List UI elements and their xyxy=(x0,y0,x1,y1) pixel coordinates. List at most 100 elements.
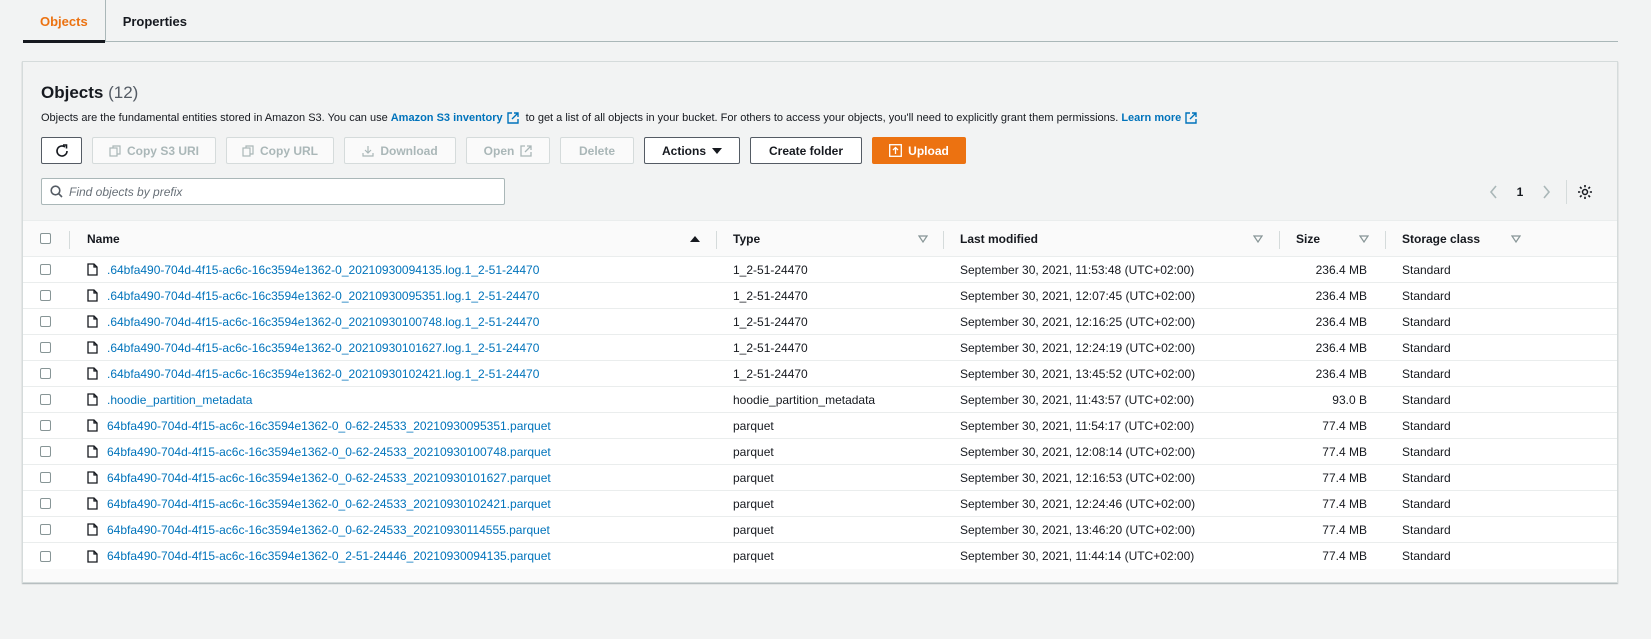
sort-icon[interactable] xyxy=(1359,235,1369,243)
tab-objects[interactable]: Objects xyxy=(23,0,105,43)
row-checkbox[interactable] xyxy=(40,550,51,562)
search-box xyxy=(41,178,505,205)
table-row[interactable]: 64bfa490-704d-4f15-ac6c-16c3594e1362-0_0… xyxy=(23,439,1617,465)
download-button[interactable]: Download xyxy=(344,137,456,164)
type-cell: parquet xyxy=(733,444,774,459)
table-row[interactable]: 64bfa490-704d-4f15-ac6c-16c3594e1362-0_0… xyxy=(23,465,1617,491)
search-input[interactable] xyxy=(69,184,504,199)
table-row[interactable]: .hoodie_partition_metadata hoodie_partit… xyxy=(23,387,1617,413)
name-cell: .64bfa490-704d-4f15-ac6c-16c3594e1362-0_… xyxy=(87,257,539,282)
last-modified-cell: September 30, 2021, 12:07:45 (UTC+02:00) xyxy=(960,288,1196,303)
select-all-checkbox[interactable] xyxy=(40,233,51,244)
table-body: .64bfa490-704d-4f15-ac6c-16c3594e1362-0_… xyxy=(23,257,1617,569)
type-cell: parquet xyxy=(733,470,774,485)
file-icon xyxy=(87,263,98,276)
file-icon xyxy=(87,549,98,563)
last-modified-cell: September 30, 2021, 12:24:19 (UTC+02:00) xyxy=(960,340,1196,355)
chevron-right-icon[interactable] xyxy=(1540,184,1552,200)
name-cell: 64bfa490-704d-4f15-ac6c-16c3594e1362-0_0… xyxy=(87,517,550,542)
copy-url-button[interactable]: Copy URL xyxy=(226,137,334,164)
column-divider xyxy=(69,231,70,249)
row-checkbox[interactable] xyxy=(40,420,51,431)
sort-ascending-icon[interactable] xyxy=(690,235,700,243)
row-select-cell xyxy=(40,543,51,569)
object-name-link[interactable]: .64bfa490-704d-4f15-ac6c-16c3594e1362-0_… xyxy=(107,341,539,355)
last-modified-cell: September 30, 2021, 11:44:14 (UTC+02:00) xyxy=(960,549,1195,563)
row-checkbox[interactable] xyxy=(40,316,51,327)
object-name-link[interactable]: .64bfa490-704d-4f15-ac6c-16c3594e1362-0_… xyxy=(107,263,539,277)
copy-s3-uri-button[interactable]: Copy S3 URI xyxy=(92,137,216,164)
object-name-link[interactable]: 64bfa490-704d-4f15-ac6c-16c3594e1362-0_0… xyxy=(107,419,551,433)
table-row[interactable]: 64bfa490-704d-4f15-ac6c-16c3594e1362-0_0… xyxy=(23,413,1617,439)
row-select-cell xyxy=(40,465,51,490)
gear-icon[interactable] xyxy=(1577,184,1593,200)
table-row[interactable]: 64bfa490-704d-4f15-ac6c-16c3594e1362-0_0… xyxy=(23,517,1617,543)
object-name-link[interactable]: .64bfa490-704d-4f15-ac6c-16c3594e1362-0_… xyxy=(107,289,539,303)
column-divider xyxy=(1385,231,1386,249)
file-icon xyxy=(87,341,98,354)
object-name-link[interactable]: .64bfa490-704d-4f15-ac6c-16c3594e1362-0_… xyxy=(107,367,539,381)
size-cell: 93.0 B xyxy=(1332,392,1367,407)
actions-dropdown[interactable]: Actions xyxy=(644,137,740,164)
object-name-link[interactable]: 64bfa490-704d-4f15-ac6c-16c3594e1362-0_0… xyxy=(107,471,551,485)
pager-divider xyxy=(1566,179,1567,204)
size-cell: 236.4 MB xyxy=(1315,340,1367,355)
object-name-link[interactable]: .hoodie_partition_metadata xyxy=(107,393,252,407)
table-row[interactable]: 64bfa490-704d-4f15-ac6c-16c3594e1362-0_2… xyxy=(23,543,1617,569)
row-checkbox[interactable] xyxy=(40,446,51,457)
current-page-number[interactable]: 1 xyxy=(1510,185,1530,199)
object-name-link[interactable]: 64bfa490-704d-4f15-ac6c-16c3594e1362-0_0… xyxy=(107,445,551,459)
table-row[interactable]: .64bfa490-704d-4f15-ac6c-16c3594e1362-0_… xyxy=(23,335,1617,361)
column-divider xyxy=(716,231,717,249)
table-row[interactable]: .64bfa490-704d-4f15-ac6c-16c3594e1362-0_… xyxy=(23,257,1617,283)
upload-button[interactable]: Upload xyxy=(872,137,966,164)
table-row[interactable]: .64bfa490-704d-4f15-ac6c-16c3594e1362-0_… xyxy=(23,309,1617,335)
file-icon xyxy=(87,289,98,302)
learn-more-link[interactable]: Learn more xyxy=(1121,112,1201,124)
pagination: 1 xyxy=(1488,178,1593,205)
name-cell: .hoodie_partition_metadata xyxy=(87,387,252,412)
open-button[interactable]: Open xyxy=(466,137,550,164)
object-name-link[interactable]: 64bfa490-704d-4f15-ac6c-16c3594e1362-0_2… xyxy=(107,549,551,563)
sort-icon[interactable] xyxy=(918,235,928,243)
row-checkbox[interactable] xyxy=(40,342,51,353)
row-checkbox[interactable] xyxy=(40,524,51,535)
row-checkbox[interactable] xyxy=(40,368,51,379)
row-checkbox[interactable] xyxy=(40,264,51,275)
name-cell: .64bfa490-704d-4f15-ac6c-16c3594e1362-0_… xyxy=(87,309,539,334)
object-name-link[interactable]: 64bfa490-704d-4f15-ac6c-16c3594e1362-0_0… xyxy=(107,497,551,511)
copy-url-label: Copy URL xyxy=(260,143,318,158)
column-header-size[interactable]: Size xyxy=(1296,221,1320,256)
chevron-left-icon[interactable] xyxy=(1488,184,1500,200)
row-select-cell xyxy=(40,257,51,282)
column-header-type[interactable]: Type xyxy=(733,221,760,256)
name-cell: 64bfa490-704d-4f15-ac6c-16c3594e1362-0_0… xyxy=(87,491,551,516)
object-name-link[interactable]: 64bfa490-704d-4f15-ac6c-16c3594e1362-0_0… xyxy=(107,523,550,537)
sort-icon[interactable] xyxy=(1253,235,1263,243)
refresh-button[interactable] xyxy=(41,137,82,164)
download-icon xyxy=(362,145,374,157)
storage-class-cell: Standard xyxy=(1402,288,1451,303)
row-checkbox[interactable] xyxy=(40,472,51,483)
name-cell: .64bfa490-704d-4f15-ac6c-16c3594e1362-0_… xyxy=(87,335,539,360)
row-checkbox[interactable] xyxy=(40,498,51,509)
delete-button[interactable]: Delete xyxy=(560,137,634,164)
storage-class-cell: Standard xyxy=(1402,366,1451,381)
row-checkbox[interactable] xyxy=(40,394,51,405)
s3-inventory-link[interactable]: Amazon S3 inventory xyxy=(391,112,523,124)
create-folder-button[interactable]: Create folder xyxy=(750,137,862,164)
name-cell: 64bfa490-704d-4f15-ac6c-16c3594e1362-0_0… xyxy=(87,413,551,438)
table-row[interactable]: .64bfa490-704d-4f15-ac6c-16c3594e1362-0_… xyxy=(23,283,1617,309)
object-name-link[interactable]: .64bfa490-704d-4f15-ac6c-16c3594e1362-0_… xyxy=(107,315,539,329)
row-checkbox[interactable] xyxy=(40,290,51,301)
sort-icon[interactable] xyxy=(1511,235,1521,243)
column-header-storage-class[interactable]: Storage class xyxy=(1402,221,1480,256)
table-row[interactable]: 64bfa490-704d-4f15-ac6c-16c3594e1362-0_0… xyxy=(23,491,1617,517)
column-header-name[interactable]: Name xyxy=(87,221,120,256)
type-cell: 1_2-51-24470 xyxy=(733,366,808,381)
table-row[interactable]: .64bfa490-704d-4f15-ac6c-16c3594e1362-0_… xyxy=(23,361,1617,387)
storage-class-cell: Standard xyxy=(1402,392,1451,407)
tab-properties[interactable]: Properties xyxy=(106,0,204,42)
file-icon xyxy=(87,315,98,328)
column-header-last-modified[interactable]: Last modified xyxy=(960,221,1038,256)
